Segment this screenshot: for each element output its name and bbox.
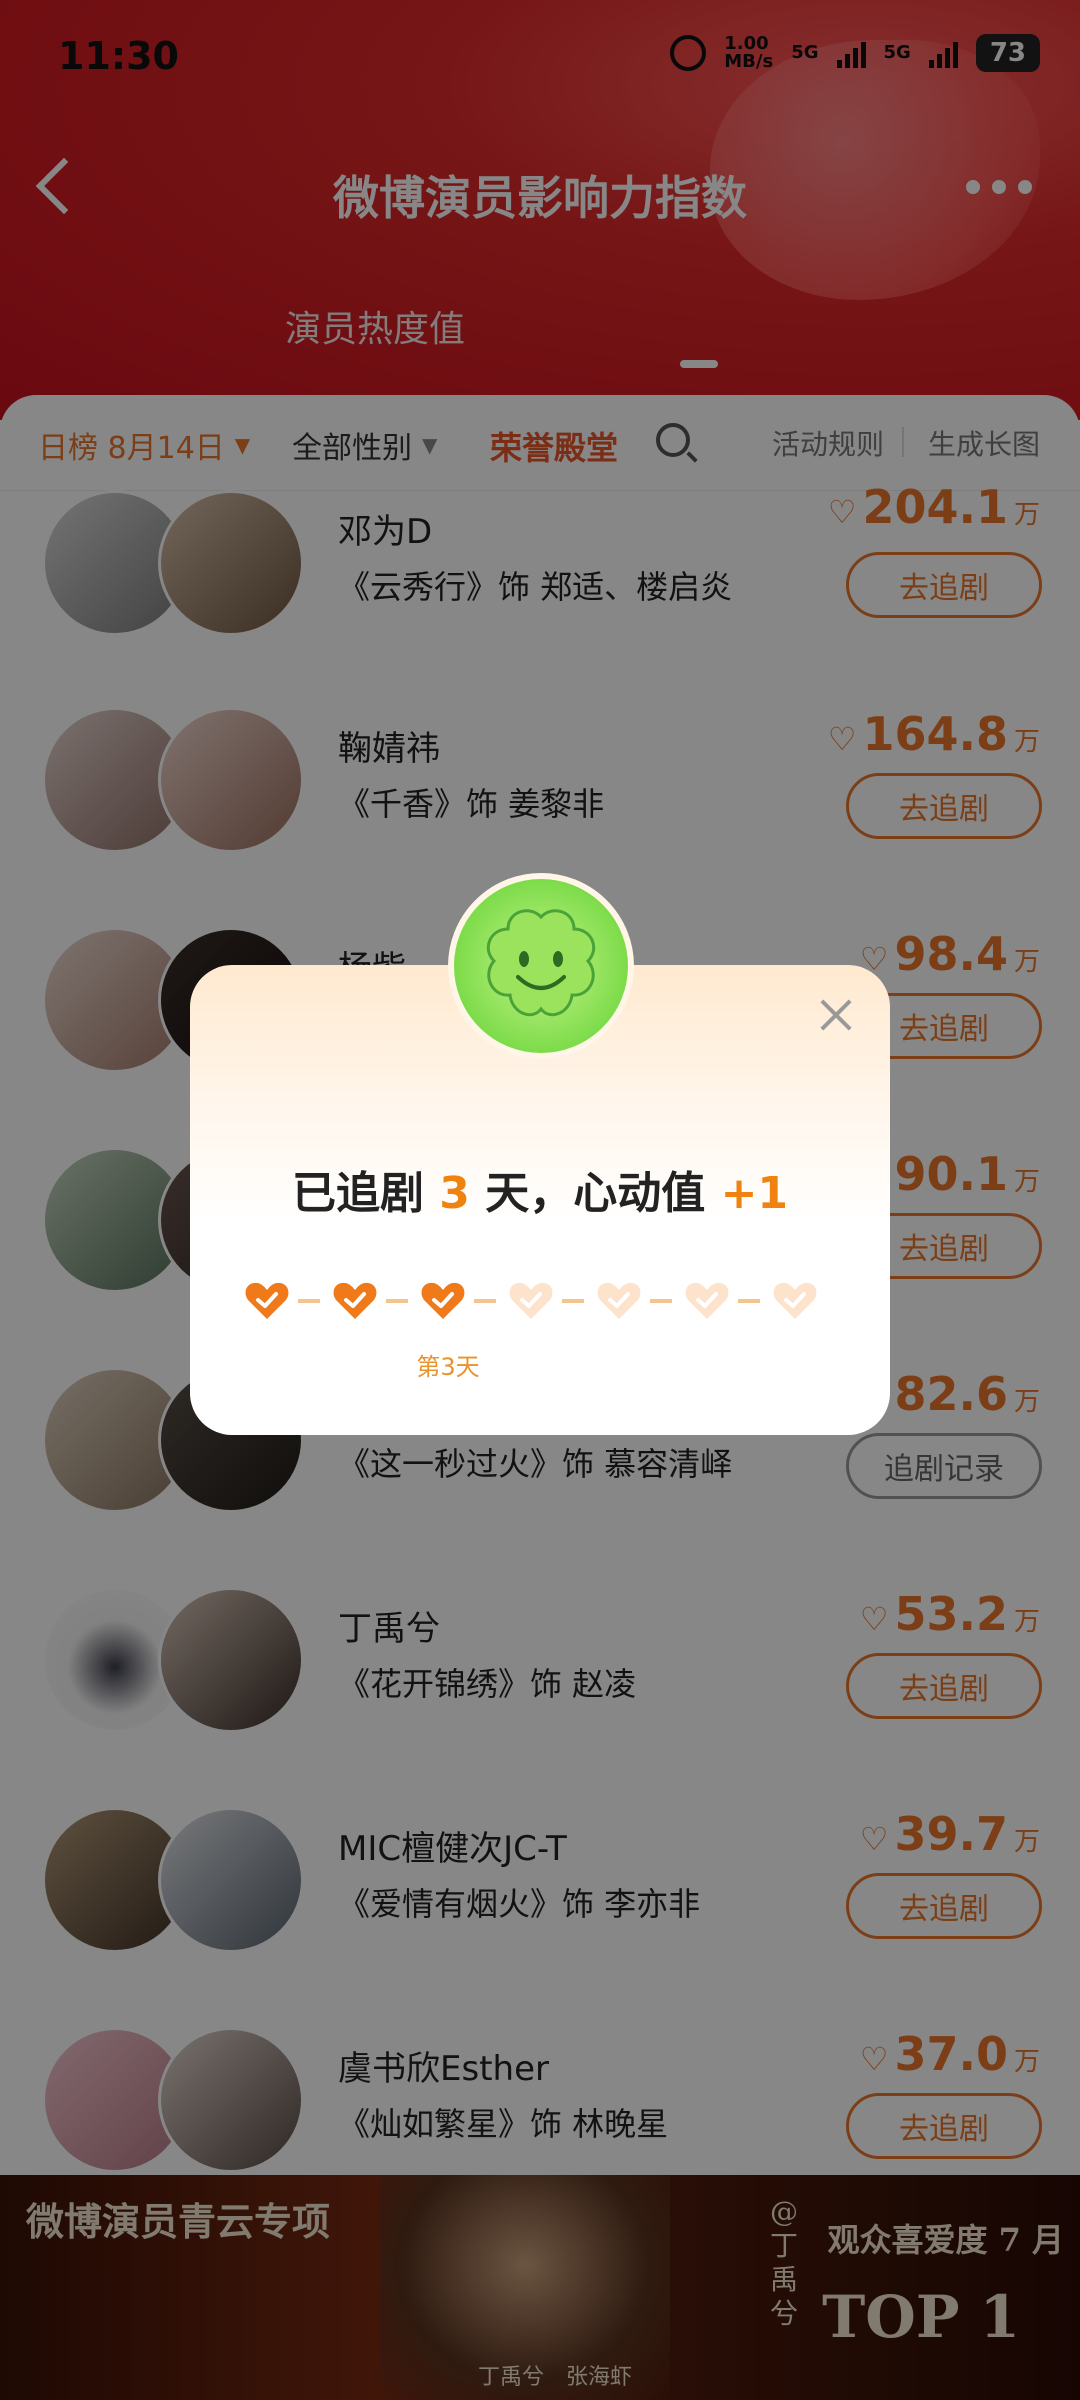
checkin-progress xyxy=(242,1275,842,1325)
clover-smile-graphic xyxy=(486,909,596,1017)
current-day-label: 第3天 xyxy=(416,1353,480,1381)
checkin-bonus: +1 xyxy=(720,1168,789,1219)
heart-unchecked-icon xyxy=(770,1275,820,1325)
checkin-prefix: 已追剧 xyxy=(291,1168,424,1219)
heart-unchecked-icon xyxy=(682,1275,732,1325)
checkin-message: 已追剧 3 天，心动值 +1 xyxy=(190,1157,890,1221)
close-icon[interactable] xyxy=(816,995,856,1035)
heart-checked-icon xyxy=(242,1275,292,1325)
progress-connector xyxy=(386,1299,408,1303)
progress-connector xyxy=(474,1299,496,1303)
progress-connector xyxy=(562,1299,584,1303)
heart-unchecked-icon xyxy=(506,1275,556,1325)
progress-connector xyxy=(650,1299,672,1303)
progress-connector xyxy=(298,1299,320,1303)
heart-checked-icon xyxy=(330,1275,380,1325)
heart-unchecked-icon xyxy=(594,1275,644,1325)
progress-connector xyxy=(738,1299,760,1303)
heart-checked-icon xyxy=(418,1275,468,1325)
checkin-days: 3 xyxy=(439,1168,470,1219)
checkin-modal: 已追剧 3 天，心动值 +1 第3天 xyxy=(190,873,890,1435)
checkin-mid: 天，心动值 xyxy=(485,1168,706,1219)
clover-smile-icon xyxy=(448,873,634,1059)
